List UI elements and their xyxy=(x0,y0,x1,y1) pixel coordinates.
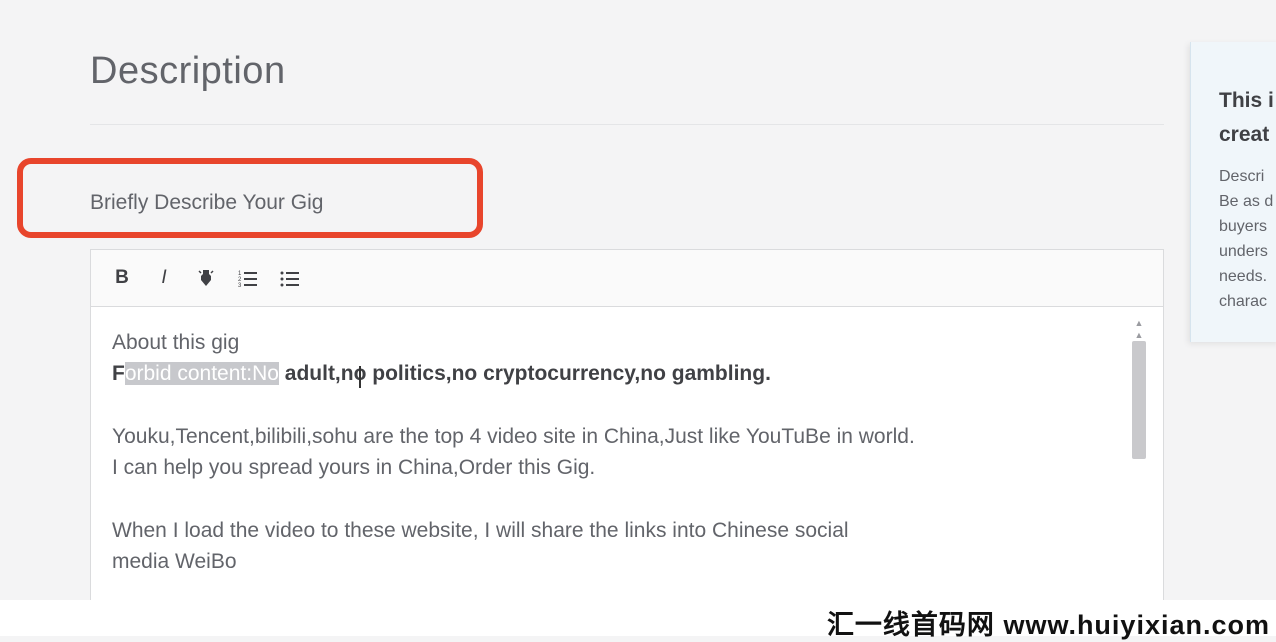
watermark-bar: 汇一线首码网 www.huiyixian.com xyxy=(0,600,1276,640)
text-fragment: F xyxy=(112,362,125,385)
text-line: About this gig xyxy=(112,331,240,354)
editor-scrollbar[interactable]: ▲ ▲ xyxy=(1131,317,1147,608)
scroll-up-icon[interactable]: ▲ ▲ xyxy=(1131,317,1147,341)
title-divider xyxy=(90,124,1164,125)
tip-card: This i creat Descri Be as d buyers under… xyxy=(1190,42,1276,342)
bullet-list-glyph xyxy=(280,271,299,287)
editor-toolbar: B I 1 2 3 xyxy=(91,250,1163,307)
description-text[interactable]: About this gig Forbid content:No adult,n… xyxy=(112,327,1102,577)
ordered-list-glyph: 1 2 3 xyxy=(238,271,257,287)
scroll-thumb[interactable] xyxy=(1132,341,1146,459)
watermark-text: 汇一线首码网 www.huiyixian.com xyxy=(826,610,1270,640)
bold-icon[interactable]: B xyxy=(111,267,133,289)
text-cursor-icon xyxy=(359,366,361,388)
italic-icon[interactable]: I xyxy=(153,267,175,289)
text-fragment: adult,no politics,no cryptocurrency,no g… xyxy=(278,362,771,385)
text-line: Youku,Tencent,bilibili,sohu are the top … xyxy=(112,425,915,448)
tip-title: This i creat xyxy=(1219,89,1274,146)
ordered-list-icon[interactable]: 1 2 3 xyxy=(237,267,259,289)
description-editor[interactable]: B I 1 2 3 About this gig Forbid content:… xyxy=(90,249,1164,609)
section-label: Briefly Describe Your Gig xyxy=(90,191,324,214)
highlight-glyph xyxy=(198,270,214,286)
tip-body: Descri Be as d buyers unders needs. char… xyxy=(1219,168,1274,310)
text-line: media WeiBo xyxy=(112,550,237,573)
editor-content[interactable]: About this gig Forbid content:No adult,n… xyxy=(91,307,1163,608)
text-line: When I load the video to these website, … xyxy=(112,519,849,542)
text-line-bold: Forbid content:No adult,no politics,no c… xyxy=(112,358,1102,389)
highlight-icon[interactable] xyxy=(195,267,217,289)
text-line: I can help you spread yours in China,Ord… xyxy=(112,456,596,479)
selected-text: orbid content:No xyxy=(124,362,279,385)
page-title: Description xyxy=(90,50,286,92)
svg-text:3: 3 xyxy=(238,283,242,287)
bullet-list-icon[interactable] xyxy=(279,267,301,289)
